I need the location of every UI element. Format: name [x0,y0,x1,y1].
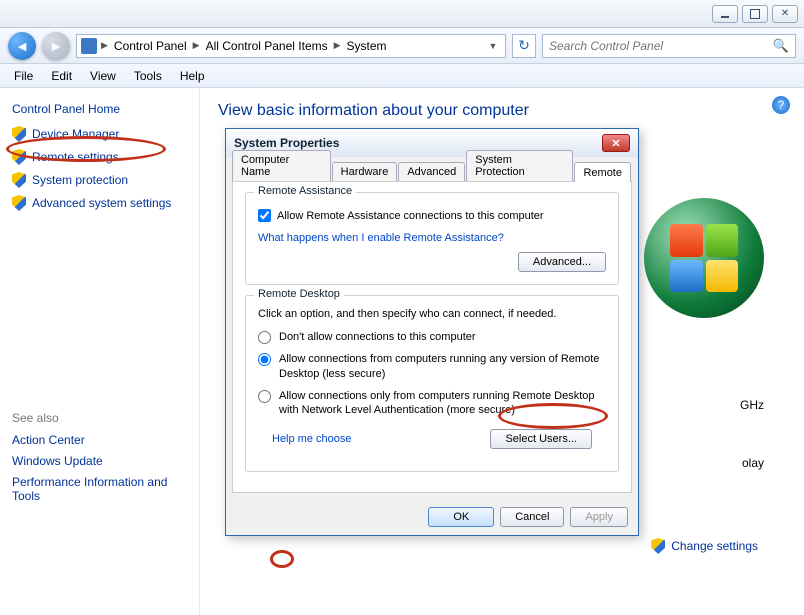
see-also-header: See also [12,411,187,425]
shield-icon [12,172,26,188]
tab-advanced[interactable]: Advanced [398,162,465,181]
rd-radio-3[interactable] [258,390,271,403]
remote-assistance-group: Remote Assistance Allow Remote Assistanc… [245,192,619,285]
menu-view[interactable]: View [82,67,124,85]
chevron-right-icon: ▶ [193,40,200,51]
breadcrumb[interactable]: ▶ Control Panel ▶ All Control Panel Item… [76,34,506,58]
tab-system-protection[interactable]: System Protection [466,150,573,181]
rd-option-allow-any[interactable]: Allow connections from computers running… [258,352,606,381]
forward-button[interactable]: ► [42,32,70,60]
text-fragment: olay [742,456,764,470]
chevron-down-icon[interactable]: ▼ [485,41,501,51]
menu-tools[interactable]: Tools [126,67,170,85]
help-button[interactable]: ? [772,96,790,114]
group-legend: Remote Desktop [254,288,344,300]
search-input[interactable] [549,39,773,53]
page-title: View basic information about your comput… [218,102,786,120]
dialog-close-button[interactable]: ✕ [602,134,630,152]
dialog-body: Remote Assistance Allow Remote Assistanc… [232,181,632,493]
search-box[interactable]: 🔍 [542,34,796,58]
ra-advanced-button[interactable]: Advanced... [518,252,606,272]
ra-help-link[interactable]: What happens when I enable Remote Assist… [258,232,606,244]
close-button[interactable] [772,5,798,23]
rd-radio-2[interactable] [258,353,271,366]
tab-remote[interactable]: Remote [574,162,631,182]
system-properties-dialog: System Properties ✕ Computer Name Hardwa… [225,128,639,536]
cancel-button[interactable]: Cancel [500,507,564,527]
menu-bar: File Edit View Tools Help [0,64,804,88]
allow-ra-label: Allow Remote Assistance connections to t… [277,210,544,222]
chevron-right-icon: ▶ [101,40,108,51]
see-also-action-center[interactable]: Action Center [12,433,187,447]
allow-ra-checkbox[interactable] [258,209,271,222]
menu-help[interactable]: Help [172,67,213,85]
menu-file[interactable]: File [6,67,41,85]
sidebar-item-device-manager[interactable]: Device Manager [12,126,187,142]
dialog-button-row: OK Cancel Apply [226,499,638,535]
sidebar: Control Panel Home Device Manager Remote… [0,88,200,615]
maximize-button[interactable] [742,5,768,23]
search-icon: 🔍 [773,38,789,54]
refresh-button[interactable]: ↻ [512,34,536,58]
shield-icon [12,195,26,211]
window-titlebar [0,0,804,28]
see-also-windows-update[interactable]: Windows Update [12,454,187,468]
shield-icon [651,538,665,554]
minimize-button[interactable] [712,5,738,23]
shield-icon [12,126,26,142]
tab-hardware[interactable]: Hardware [332,162,398,181]
chevron-right-icon: ▶ [334,40,341,51]
dialog-tabs: Computer Name Hardware Advanced System P… [226,157,638,181]
sidebar-item-advanced-settings[interactable]: Advanced system settings [12,195,187,211]
see-also-performance-info[interactable]: Performance Information and Tools [12,475,187,503]
menu-edit[interactable]: Edit [43,67,80,85]
shield-icon [12,149,26,165]
tab-computer-name[interactable]: Computer Name [232,150,331,181]
computer-icon [81,38,97,54]
cpu-ghz-fragment: GHz [740,398,764,412]
change-settings-link[interactable]: Change settings [651,538,758,554]
breadcrumb-item[interactable]: Control Panel [108,39,193,53]
breadcrumb-item[interactable]: System [341,39,393,53]
group-legend: Remote Assistance [254,185,356,197]
allow-ra-checkbox-row[interactable]: Allow Remote Assistance connections to t… [258,209,606,222]
back-button[interactable]: ◄ [8,32,36,60]
sidebar-home-link[interactable]: Control Panel Home [12,102,187,116]
sidebar-item-system-protection[interactable]: System protection [12,172,187,188]
rd-option-allow-nla[interactable]: Allow connections only from computers ru… [258,389,606,418]
rd-radio-1[interactable] [258,331,271,344]
select-users-button[interactable]: Select Users... [490,429,592,449]
sidebar-item-remote-settings[interactable]: Remote settings [12,149,187,165]
rd-help-link[interactable]: Help me choose [272,433,352,445]
rd-instruction: Click an option, and then specify who ca… [258,308,606,320]
remote-desktop-group: Remote Desktop Click an option, and then… [245,295,619,472]
apply-button[interactable]: Apply [570,507,628,527]
windows-logo [644,198,764,318]
rd-option-dont-allow[interactable]: Don't allow connections to this computer [258,330,606,344]
dialog-title: System Properties [234,136,339,150]
breadcrumb-item[interactable]: All Control Panel Items [200,39,334,53]
navigation-bar: ◄ ► ▶ Control Panel ▶ All Control Panel … [0,28,804,64]
ok-button[interactable]: OK [428,507,494,527]
